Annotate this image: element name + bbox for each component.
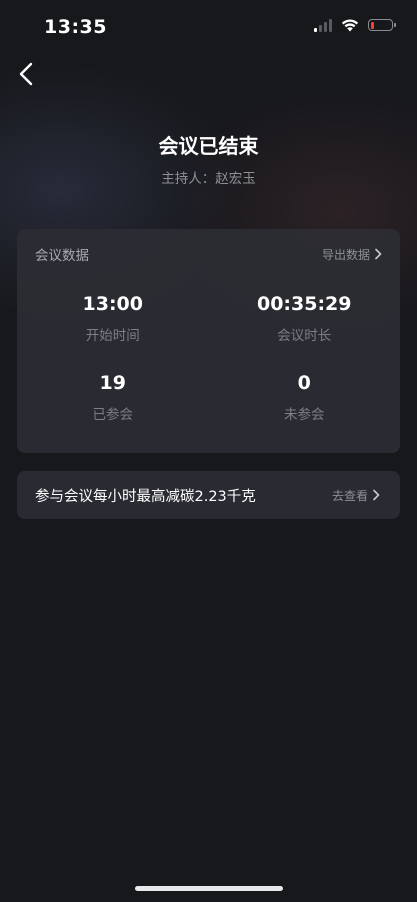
view-details-link[interactable]: 去查看 bbox=[332, 487, 380, 504]
wifi-icon bbox=[341, 19, 359, 31]
meeting-data-header: 会议数据 导出数据 bbox=[35, 243, 382, 265]
host-info: 主持人：赵宏玉 bbox=[161, 171, 256, 187]
export-data-link[interactable]: 导出数据 bbox=[322, 246, 382, 263]
stat-label: 会议时长 bbox=[277, 328, 332, 344]
stat-label: 已参会 bbox=[92, 407, 134, 423]
view-details-label: 去查看 bbox=[331, 488, 368, 503]
stat-value: 0 bbox=[297, 372, 311, 394]
stat-label: 未参会 bbox=[284, 407, 325, 423]
export-data-label: 导出数据 bbox=[321, 247, 370, 262]
stat-value: 00:35:29 bbox=[256, 293, 352, 315]
stat-value: 13:00 bbox=[82, 293, 143, 315]
cellular-signal-icon bbox=[314, 18, 332, 32]
stat-duration: 00:35:29 会议时长 bbox=[209, 291, 401, 344]
meeting-data-card: 会议数据 导出数据 13:00 开始时间 00:35:29 会议时长 19 已参… bbox=[17, 229, 400, 453]
chevron-left-icon bbox=[19, 62, 33, 86]
meeting-ended-screen: 13:35 会议已结束 主持人：赵宏玉 会议数据 导出数据 13:00 开始时间… bbox=[0, 0, 417, 902]
stat-absent: 0 未参会 bbox=[209, 370, 401, 423]
stat-label: 开始时间 bbox=[85, 328, 140, 344]
status-icons bbox=[314, 18, 396, 32]
page-title: 会议已结束 bbox=[158, 134, 259, 158]
status-bar: 13:35 bbox=[0, 0, 417, 56]
carbon-reduction-text: 参与会议每小时最高减碳2.23千克 bbox=[35, 488, 256, 505]
meeting-data-title: 会议数据 bbox=[35, 248, 89, 264]
home-indicator[interactable] bbox=[135, 886, 283, 891]
stat-start-time: 13:00 开始时间 bbox=[17, 291, 209, 344]
chevron-right-icon bbox=[373, 489, 380, 501]
battery-level-fill bbox=[370, 21, 374, 29]
back-button[interactable] bbox=[12, 60, 40, 88]
status-time: 13:35 bbox=[44, 16, 107, 38]
chevron-right-icon bbox=[375, 248, 382, 260]
carbon-reduction-banner[interactable]: 参与会议每小时最高减碳2.23千克 去查看 bbox=[17, 471, 400, 519]
battery-low-icon bbox=[368, 19, 396, 31]
stat-attended: 19 已参会 bbox=[17, 370, 209, 423]
meeting-stats: 13:00 开始时间 00:35:29 会议时长 19 已参会 0 未参会 bbox=[17, 291, 400, 423]
stat-value: 19 bbox=[99, 372, 126, 394]
